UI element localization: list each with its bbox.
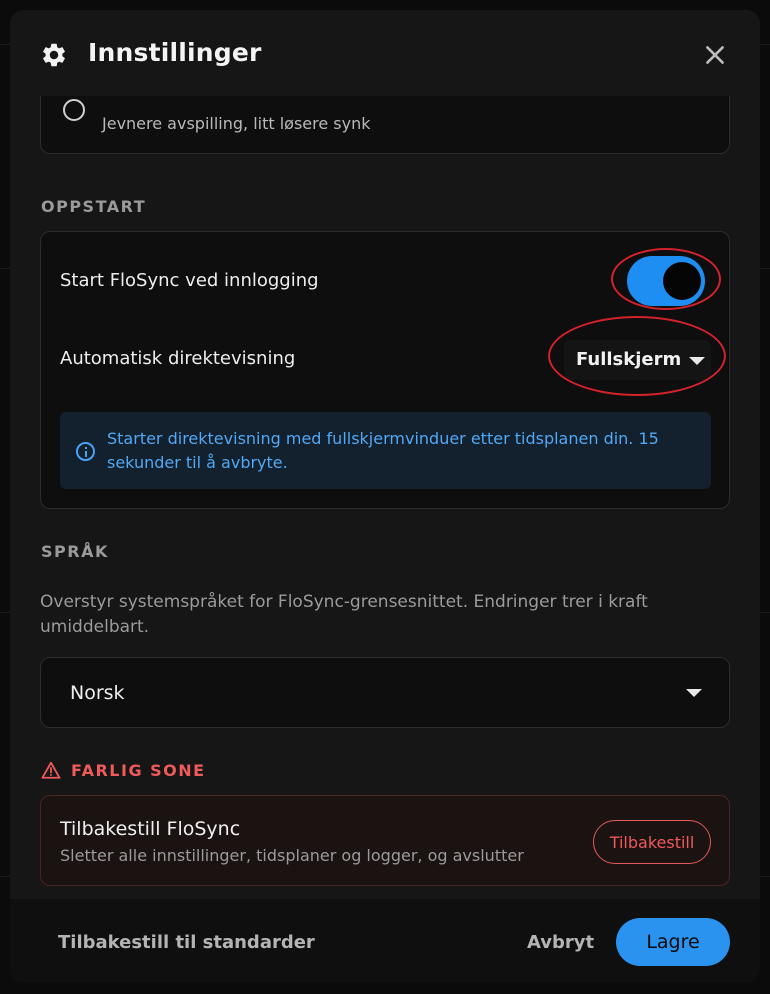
language-description: Overstyr systemspråket for FloSync-grens… <box>40 592 648 637</box>
auto-live-info-text: Starter direktevisning med fullskjermvin… <box>107 429 659 472</box>
annotation-ring <box>611 248 721 310</box>
dialog-title: Innstillinger <box>88 38 262 67</box>
close-icon[interactable] <box>702 42 728 68</box>
gear-icon <box>43 43 65 67</box>
dialog-header: Innstillinger <box>10 10 760 96</box>
settings-scroll-area[interactable]: Jevnere avspilling, litt løsere synk OPP… <box>10 96 760 899</box>
info-icon <box>76 442 95 461</box>
reset-defaults-button[interactable]: Tilbakestill til standarder <box>58 932 315 953</box>
settings-dialog: Innstillinger Jevnere avspilling, litt l… <box>10 10 760 983</box>
auto-live-info-box: Starter direktevisning med fullskjermvin… <box>60 412 711 489</box>
danger-zone-label: FARLIG SONE <box>71 761 206 780</box>
launch-on-login-label: Start FloSync ved innlogging <box>60 270 319 291</box>
playback-mode-card: Jevnere avspilling, litt løsere synk <box>40 96 730 154</box>
reset-app-title: Tilbakestill FloSync <box>60 818 241 840</box>
reset-app-button[interactable]: Tilbakestill <box>593 820 711 864</box>
danger-zone-card: Tilbakestill FloSync Sletter alle innsti… <box>40 795 730 886</box>
save-button[interactable]: Lagre <box>616 918 730 966</box>
reset-app-description: Sletter alle innstillinger, tidsplaner o… <box>60 846 524 865</box>
playback-mode-description: Jevnere avspilling, litt løsere synk <box>102 114 371 133</box>
startup-card: Start FloSync ved innlogging Automatisk … <box>40 231 730 509</box>
startup-section-label: OPPSTART <box>41 197 147 216</box>
chevron-down-icon <box>686 689 702 697</box>
warning-icon <box>41 761 61 779</box>
annotation-ring <box>548 316 726 396</box>
playback-mode-radio[interactable] <box>63 99 85 121</box>
language-select[interactable]: Norsk <box>40 657 730 728</box>
cancel-button[interactable]: Avbryt <box>527 932 594 953</box>
language-selected-value: Norsk <box>70 682 125 704</box>
auto-live-label: Automatisk direktevisning <box>60 348 296 369</box>
dialog-footer: Tilbakestill til standarder Avbryt Lagre <box>10 899 760 983</box>
language-section-label: SPRÅK <box>41 542 109 561</box>
